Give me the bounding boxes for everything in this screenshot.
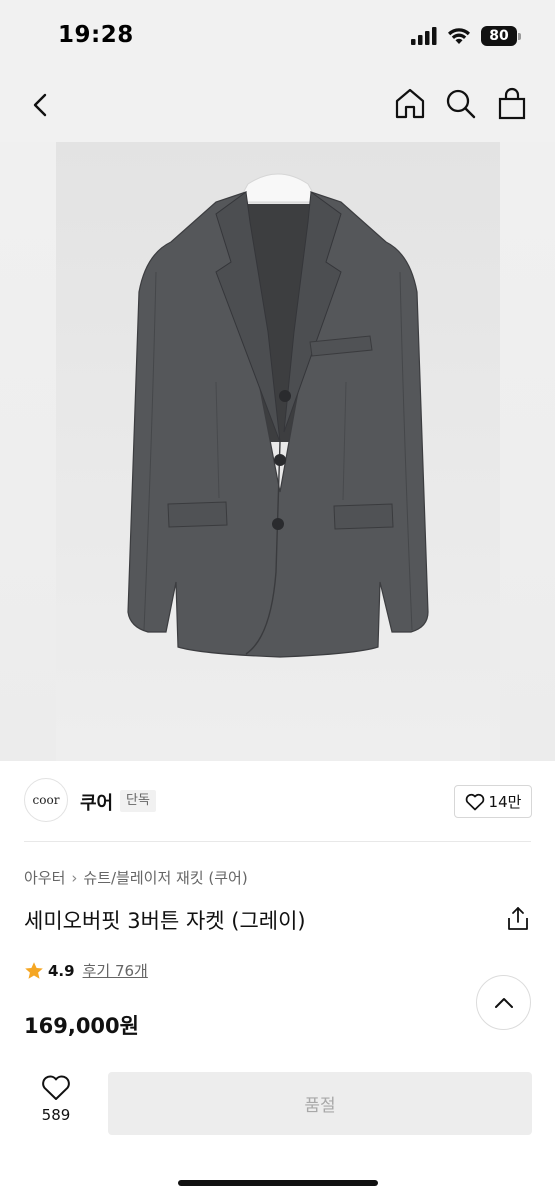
brand-logo[interactable]: coor bbox=[24, 778, 68, 822]
share-icon[interactable] bbox=[505, 905, 531, 933]
product-photo[interactable] bbox=[56, 142, 500, 761]
soldout-button[interactable]: 품절 bbox=[108, 1072, 532, 1135]
exclusive-badge: 단독 bbox=[120, 790, 156, 812]
brand-name[interactable]: 쿠어 bbox=[80, 789, 113, 815]
chevron-up-icon bbox=[494, 997, 513, 1008]
review-link[interactable]: 후기 76개 bbox=[83, 960, 148, 981]
breadcrumb-item-outer[interactable]: 아우터 bbox=[24, 867, 65, 888]
breadcrumb-item-category[interactable]: 슈트/블레이저 재킷 (쿠어) bbox=[83, 867, 247, 888]
battery-level: 80 bbox=[489, 28, 509, 44]
back-icon[interactable] bbox=[26, 88, 56, 122]
battery-icon: 80 bbox=[481, 26, 521, 46]
divider bbox=[24, 841, 531, 842]
product-title: 세미오버핏 3버튼 자켓 (그레이) bbox=[24, 909, 306, 933]
status-icons: 80 bbox=[411, 26, 521, 46]
heart-icon bbox=[42, 1075, 70, 1100]
search-icon[interactable] bbox=[444, 86, 478, 122]
shopping-bag-icon[interactable] bbox=[495, 86, 529, 122]
product-price: 169,000원 bbox=[24, 1014, 139, 1038]
chevron-right-icon: › bbox=[71, 868, 78, 887]
breadcrumb: 아우터 › 슈트/블레이저 재킷 (쿠어) bbox=[24, 867, 248, 888]
rating-row: 4.9 후기 76개 bbox=[24, 960, 148, 981]
rating-value: 4.9 bbox=[48, 961, 75, 980]
wish-count: 589 bbox=[41, 1106, 71, 1124]
heart-icon bbox=[465, 793, 484, 810]
brand-row: coor 쿠어 단독 14만 bbox=[0, 774, 555, 830]
wish-button[interactable]: 589 bbox=[30, 1074, 82, 1134]
wifi-icon bbox=[448, 28, 470, 44]
status-bar: 19:28 80 bbox=[0, 0, 555, 72]
status-time: 19:28 bbox=[58, 22, 134, 48]
top-nav-bar bbox=[0, 72, 555, 142]
star-icon bbox=[25, 961, 43, 979]
brand-logo-text: coor bbox=[32, 793, 60, 807]
brand-like-button[interactable]: 14만 bbox=[454, 785, 532, 818]
home-indicator bbox=[178, 1180, 378, 1186]
signal-icon bbox=[411, 27, 437, 45]
home-icon[interactable] bbox=[393, 86, 427, 122]
scroll-top-button[interactable] bbox=[476, 975, 531, 1030]
brand-like-count: 14만 bbox=[488, 793, 522, 811]
product-image-area[interactable] bbox=[0, 142, 555, 761]
